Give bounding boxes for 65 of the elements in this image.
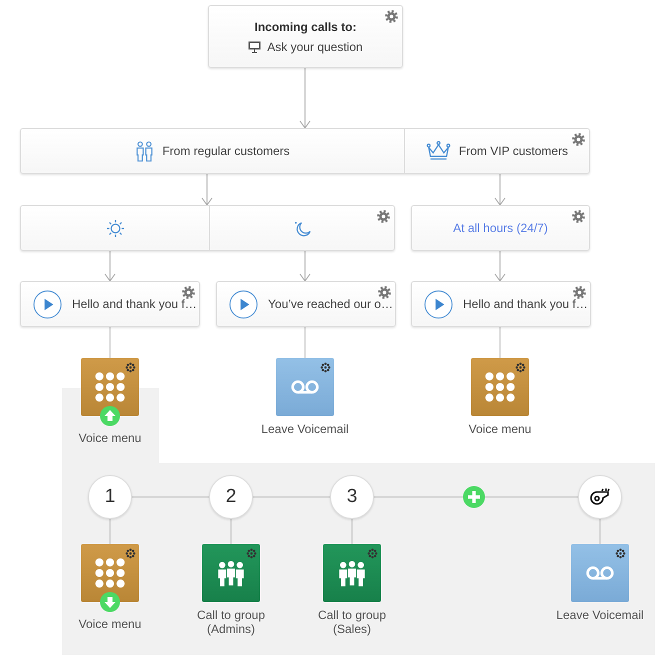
keypad-icon — [485, 372, 515, 402]
settings-icon[interactable] — [572, 210, 585, 223]
connector-arrow — [300, 68, 310, 129]
action-label: Leave Voicemail — [261, 422, 349, 436]
crown-icon — [426, 141, 451, 161]
keypad-icon — [95, 558, 125, 588]
entry-node[interactable]: Incoming calls to: Ask your question — [208, 5, 403, 68]
voice-menu-tile[interactable] — [471, 358, 529, 416]
schedule-link[interactable]: At all hours (24/7) — [453, 221, 548, 235]
connector-line — [304, 326, 306, 358]
node-title: Incoming calls to: — [254, 20, 356, 34]
greeting-node[interactable]: You’ve reached our o… — [216, 281, 396, 327]
keypad-icon — [95, 372, 125, 402]
dots-icon[interactable] — [246, 548, 257, 559]
greeting-node[interactable]: Hello and thank you f… — [20, 281, 200, 327]
settings-icon[interactable] — [573, 286, 586, 299]
collapse-icon[interactable] — [100, 406, 120, 426]
sun-icon[interactable] — [106, 218, 124, 238]
dots-icon[interactable] — [615, 548, 626, 559]
settings-icon[interactable] — [377, 210, 390, 223]
connector-arrow — [104, 250, 116, 282]
greeting-node[interactable]: Hello and thank you f… — [411, 281, 591, 327]
dots-icon[interactable] — [515, 362, 526, 373]
action-link[interactable]: Call to group — [196, 608, 266, 622]
action-label: Voice menu — [468, 422, 532, 436]
group-tile[interactable] — [202, 544, 260, 602]
group-icon — [337, 558, 367, 588]
dots-icon[interactable] — [125, 548, 136, 559]
settings-icon[interactable] — [572, 133, 585, 146]
play-icon[interactable] — [424, 290, 453, 318]
people-icon — [135, 140, 154, 162]
voicemail-tile[interactable] — [276, 358, 334, 416]
greeting-text: You’ve reached our o… — [268, 297, 393, 311]
settings-icon[interactable] — [385, 10, 398, 23]
greeting-text: Hello and thank you f… — [463, 297, 588, 311]
play-icon[interactable] — [33, 290, 62, 318]
action-detail: (Admins) — [206, 622, 255, 636]
group-icon — [216, 558, 246, 588]
connector-arrow — [494, 250, 506, 282]
expand-icon[interactable] — [100, 592, 120, 612]
action-label: Voice menu — [78, 431, 142, 445]
voice-menu-tile[interactable] — [81, 358, 139, 416]
action-label: Voice menu — [78, 617, 142, 631]
voice-menu-tile[interactable] — [81, 544, 139, 602]
action-link[interactable]: Call to group — [318, 608, 386, 622]
voicemail-tile[interactable] — [571, 544, 629, 602]
dots-icon[interactable] — [367, 548, 378, 559]
dots-icon[interactable] — [320, 362, 331, 373]
connector-arrow — [494, 174, 506, 206]
monitor-icon — [248, 40, 262, 52]
group-tile[interactable] — [323, 544, 381, 602]
target-label: Ask your question — [267, 40, 363, 54]
connector-line — [230, 518, 232, 544]
settings-icon[interactable] — [182, 286, 195, 299]
greeting-text: Hello and thank you f… — [72, 297, 197, 311]
connector-arrow — [202, 174, 212, 206]
play-icon[interactable] — [229, 290, 258, 318]
settings-icon[interactable] — [378, 286, 391, 299]
action-detail: (Sales) — [332, 622, 371, 636]
dots-icon[interactable] — [125, 362, 136, 373]
connector-arrow — [300, 250, 310, 282]
whistle-icon — [589, 488, 611, 506]
group-label[interactable]: From VIP customers — [458, 144, 568, 158]
group-label[interactable]: From regular customers — [162, 144, 290, 158]
action-label: Leave Voicemail — [556, 608, 644, 622]
